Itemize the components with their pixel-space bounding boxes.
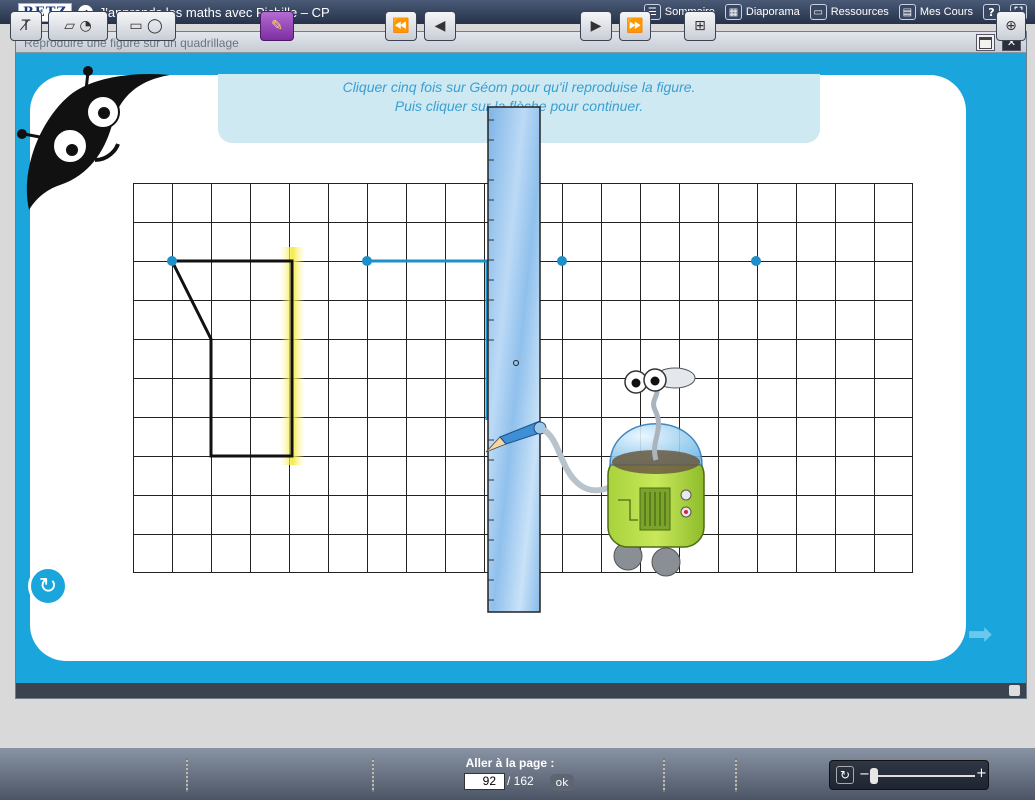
play-left-icon: ◀ bbox=[434, 18, 446, 34]
folder-icon: ▭ bbox=[809, 4, 827, 20]
nav-diaporama[interactable]: ▦ Diaporama bbox=[724, 4, 800, 20]
instruction-line-1: Cliquer cinq fois sur Géom pour qu'il re… bbox=[342, 79, 696, 95]
nav-ressources[interactable]: ▭ Ressources bbox=[809, 4, 889, 20]
nav-mes-cours[interactable]: ▤ Mes Cours bbox=[898, 4, 973, 20]
grid-icon: ▦ bbox=[724, 4, 742, 20]
book-icon: ▤ bbox=[898, 4, 916, 20]
arrow-right-icon: ➡ bbox=[967, 616, 993, 652]
page-number-input[interactable]: 92 bbox=[464, 773, 505, 790]
zoom-out-icon[interactable]: − bbox=[859, 767, 870, 782]
toolbar-separator bbox=[186, 758, 188, 792]
nav-mes-cours-label: Mes Cours bbox=[919, 6, 973, 18]
fast-forward-icon: ⏩ bbox=[626, 18, 644, 34]
highlight-tool-button[interactable]: ▱ ◔ bbox=[48, 11, 108, 41]
toolbar-separator bbox=[663, 758, 665, 792]
nav-ressources-label: Ressources bbox=[830, 6, 889, 18]
toolbar-separator bbox=[372, 758, 374, 792]
rewind-icon: ⏪ bbox=[392, 18, 410, 34]
arrow-left-icon: ⬅ bbox=[41, 616, 67, 652]
back-arrow-button[interactable]: ⬅ bbox=[34, 616, 74, 652]
next-page-button[interactable]: ▶ bbox=[580, 11, 612, 41]
play-right-icon: ▶ bbox=[590, 18, 602, 34]
last-page-button[interactable]: ⏩ bbox=[619, 11, 651, 41]
zoom-slider-handle[interactable] bbox=[870, 768, 878, 784]
window-footer bbox=[16, 683, 1026, 698]
toolbar-separator bbox=[735, 758, 737, 792]
text-tool-button[interactable]: T̸ bbox=[10, 11, 42, 41]
ok-button[interactable]: ok bbox=[550, 774, 574, 791]
drawing-grid bbox=[133, 183, 913, 573]
minimize-button[interactable] bbox=[976, 34, 995, 51]
previous-page-button[interactable]: ◀ bbox=[424, 11, 456, 41]
dice-icon[interactable] bbox=[1009, 685, 1020, 696]
next-arrow-button[interactable]: ➡ bbox=[960, 616, 1000, 652]
instruction-line-2: Puis cliquer sur la flèche pour continue… bbox=[394, 98, 644, 114]
palette-icon: ✎ bbox=[271, 18, 283, 34]
nav-diaporama-label: Diaporama bbox=[745, 6, 800, 18]
text-tool-icon: T̸ bbox=[21, 18, 31, 34]
reload-icon: ↻ bbox=[38, 573, 58, 599]
zoom-slider-panel: ↻ − + bbox=[829, 760, 989, 790]
zoom-slider-track[interactable] bbox=[870, 775, 975, 777]
goto-page-label: Aller à la page : bbox=[465, 756, 555, 770]
zoom-button[interactable]: ⊕ bbox=[996, 11, 1026, 41]
reload-button[interactable]: ↻ bbox=[28, 566, 68, 606]
instruction-banner: Cliquer cinq fois sur Géom pour qu'il re… bbox=[218, 74, 820, 143]
first-page-button[interactable]: ⏪ bbox=[385, 11, 417, 41]
highlight-tool-icon: ▱ ◔ bbox=[64, 18, 92, 34]
page-total: / 162 bbox=[507, 774, 534, 788]
thumbnails-button[interactable]: ⊞ bbox=[684, 11, 716, 41]
rotate-icon[interactable]: ↻ bbox=[836, 766, 854, 784]
thumbnails-icon: ⊞ bbox=[694, 18, 706, 34]
magnifier-icon: ⊕ bbox=[1005, 18, 1017, 34]
shape-tool-icon: ▭ ◯ bbox=[129, 18, 163, 34]
palette-button[interactable]: ✎ bbox=[260, 11, 294, 41]
zoom-in-icon[interactable]: + bbox=[976, 766, 987, 781]
shape-tool-button[interactable]: ▭ ◯ bbox=[116, 11, 176, 41]
